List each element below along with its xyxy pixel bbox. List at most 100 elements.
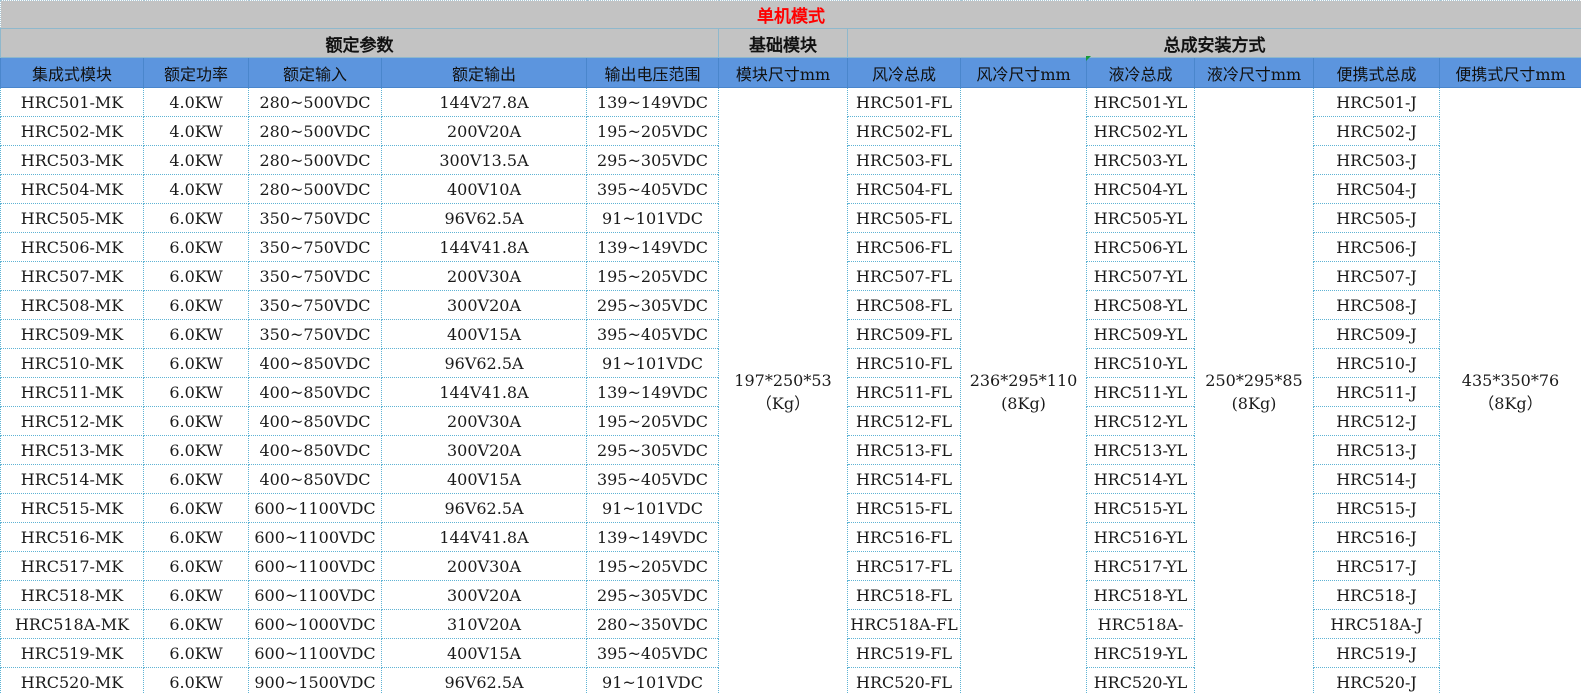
cell-module[interactable]: HRC505-MK: [0, 203, 144, 233]
cell-portable-assembly[interactable]: HRC502-J: [1313, 116, 1440, 146]
cell-module[interactable]: HRC515-MK: [0, 493, 144, 523]
cell-module[interactable]: HRC512-MK: [0, 406, 144, 436]
cell-power[interactable]: 6.0KW: [143, 493, 249, 523]
cell-liquid-assembly[interactable]: HRC512-YL: [1086, 406, 1195, 436]
cell-air-assembly[interactable]: HRC501-FL: [847, 87, 961, 117]
cell-output[interactable]: 300V20A: [381, 290, 587, 320]
cell-portable-assembly[interactable]: HRC519-J: [1313, 638, 1440, 668]
cell-air-assembly[interactable]: HRC512-FL: [847, 406, 961, 436]
header-power[interactable]: 额定功率: [143, 57, 249, 88]
cell-power[interactable]: 4.0KW: [143, 87, 249, 117]
cell-module[interactable]: HRC520-MK: [0, 667, 144, 694]
cell-power[interactable]: 6.0KW: [143, 290, 249, 320]
cell-portable-assembly[interactable]: HRC506-J: [1313, 232, 1440, 262]
cell-voltage-range[interactable]: 395~405VDC: [586, 464, 719, 494]
cell-output[interactable]: 300V20A: [381, 435, 587, 465]
cell-air-assembly[interactable]: HRC505-FL: [847, 203, 961, 233]
cell-power[interactable]: 4.0KW: [143, 174, 249, 204]
cell-portable-assembly[interactable]: HRC505-J: [1313, 203, 1440, 233]
cell-air-assembly[interactable]: HRC504-FL: [847, 174, 961, 204]
cell-liquid-assembly[interactable]: HRC516-YL: [1086, 522, 1195, 552]
cell-air-assembly[interactable]: HRC509-FL: [847, 319, 961, 349]
cell-air-assembly[interactable]: HRC520-FL: [847, 667, 961, 694]
cell-input[interactable]: 350~750VDC: [248, 203, 382, 233]
cell-output[interactable]: 200V30A: [381, 261, 587, 291]
cell-voltage-range[interactable]: 139~149VDC: [586, 232, 719, 262]
cell-power[interactable]: 6.0KW: [143, 638, 249, 668]
cell-liquid-assembly[interactable]: HRC509-YL: [1086, 319, 1195, 349]
cell-portable-assembly[interactable]: HRC516-J: [1313, 522, 1440, 552]
cell-liquid-assembly[interactable]: HRC518A-: [1086, 609, 1195, 639]
header-voltage-range[interactable]: 输出电压范围: [586, 57, 719, 88]
header-module-size[interactable]: 模块尺寸mm: [718, 57, 848, 88]
header-air-assembly[interactable]: 风冷总成: [847, 57, 961, 88]
cell-liquid-assembly[interactable]: HRC514-YL: [1086, 464, 1195, 494]
cell-power[interactable]: 6.0KW: [143, 377, 249, 407]
cell-input[interactable]: 400~850VDC: [248, 377, 382, 407]
cell-air-assembly[interactable]: HRC518A-FL: [847, 609, 961, 639]
cell-liquid-assembly[interactable]: HRC508-YL: [1086, 290, 1195, 320]
cell-input[interactable]: 400~850VDC: [248, 406, 382, 436]
cell-air-assembly[interactable]: HRC503-FL: [847, 145, 961, 175]
cell-voltage-range[interactable]: 395~405VDC: [586, 319, 719, 349]
cell-portable-assembly[interactable]: HRC518A-J: [1313, 609, 1440, 639]
cell-voltage-range[interactable]: 139~149VDC: [586, 87, 719, 117]
cell-output[interactable]: 96V62.5A: [381, 203, 587, 233]
cell-air-assembly[interactable]: HRC507-FL: [847, 261, 961, 291]
cell-portable-assembly[interactable]: HRC511-J: [1313, 377, 1440, 407]
header-liquid-assembly[interactable]: 液冷总成: [1086, 57, 1195, 88]
cell-module[interactable]: HRC514-MK: [0, 464, 144, 494]
cell-liquid-assembly[interactable]: HRC518-YL: [1086, 580, 1195, 610]
cell-power[interactable]: 6.0KW: [143, 348, 249, 378]
cell-voltage-range[interactable]: 295~305VDC: [586, 290, 719, 320]
cell-voltage-range[interactable]: 195~205VDC: [586, 406, 719, 436]
cell-input[interactable]: 350~750VDC: [248, 232, 382, 262]
cell-power[interactable]: 6.0KW: [143, 406, 249, 436]
cell-power[interactable]: 4.0KW: [143, 116, 249, 146]
cell-input[interactable]: 400~850VDC: [248, 348, 382, 378]
cell-output[interactable]: 144V41.8A: [381, 522, 587, 552]
cell-output[interactable]: 400V15A: [381, 638, 587, 668]
cell-output[interactable]: 144V41.8A: [381, 377, 587, 407]
cell-input[interactable]: 280~500VDC: [248, 116, 382, 146]
cell-output[interactable]: 300V13.5A: [381, 145, 587, 175]
cell-liquid-size[interactable]: 250*295*85 (8Kg): [1194, 87, 1314, 694]
cell-input[interactable]: 280~500VDC: [248, 87, 382, 117]
cell-input[interactable]: 600~1000VDC: [248, 609, 382, 639]
header-portable-assembly[interactable]: 便携式总成: [1313, 57, 1440, 88]
cell-liquid-assembly[interactable]: HRC515-YL: [1086, 493, 1195, 523]
cell-module[interactable]: HRC503-MK: [0, 145, 144, 175]
cell-power[interactable]: 6.0KW: [143, 203, 249, 233]
cell-portable-assembly[interactable]: HRC520-J: [1313, 667, 1440, 694]
cell-power[interactable]: 6.0KW: [143, 232, 249, 262]
cell-module[interactable]: HRC501-MK: [0, 87, 144, 117]
cell-module[interactable]: HRC507-MK: [0, 261, 144, 291]
cell-voltage-range[interactable]: 91~101VDC: [586, 203, 719, 233]
cell-liquid-assembly[interactable]: HRC517-YL: [1086, 551, 1195, 581]
cell-portable-assembly[interactable]: HRC504-J: [1313, 174, 1440, 204]
cell-module[interactable]: HRC517-MK: [0, 551, 144, 581]
cell-power[interactable]: 6.0KW: [143, 464, 249, 494]
cell-air-assembly[interactable]: HRC519-FL: [847, 638, 961, 668]
cell-input[interactable]: 350~750VDC: [248, 261, 382, 291]
cell-liquid-assembly[interactable]: HRC501-YL: [1086, 87, 1195, 117]
cell-voltage-range[interactable]: 139~149VDC: [586, 377, 719, 407]
cell-portable-assembly[interactable]: HRC513-J: [1313, 435, 1440, 465]
cell-liquid-assembly[interactable]: HRC519-YL: [1086, 638, 1195, 668]
cell-portable-assembly[interactable]: HRC503-J: [1313, 145, 1440, 175]
header-input[interactable]: 额定输入: [248, 57, 382, 88]
cell-output[interactable]: 200V20A: [381, 116, 587, 146]
cell-air-assembly[interactable]: HRC510-FL: [847, 348, 961, 378]
cell-liquid-assembly[interactable]: HRC504-YL: [1086, 174, 1195, 204]
cell-voltage-range[interactable]: 195~205VDC: [586, 551, 719, 581]
cell-air-assembly[interactable]: HRC513-FL: [847, 435, 961, 465]
cell-voltage-range[interactable]: 295~305VDC: [586, 580, 719, 610]
cell-liquid-assembly[interactable]: HRC506-YL: [1086, 232, 1195, 262]
cell-air-assembly[interactable]: HRC516-FL: [847, 522, 961, 552]
cell-module-size[interactable]: 197*250*53 （Kg）: [718, 87, 848, 694]
cell-voltage-range[interactable]: 91~101VDC: [586, 348, 719, 378]
sheet-title[interactable]: 单机模式: [0, 0, 1581, 29]
cell-power[interactable]: 6.0KW: [143, 522, 249, 552]
cell-portable-assembly[interactable]: HRC508-J: [1313, 290, 1440, 320]
cell-voltage-range[interactable]: 295~305VDC: [586, 145, 719, 175]
